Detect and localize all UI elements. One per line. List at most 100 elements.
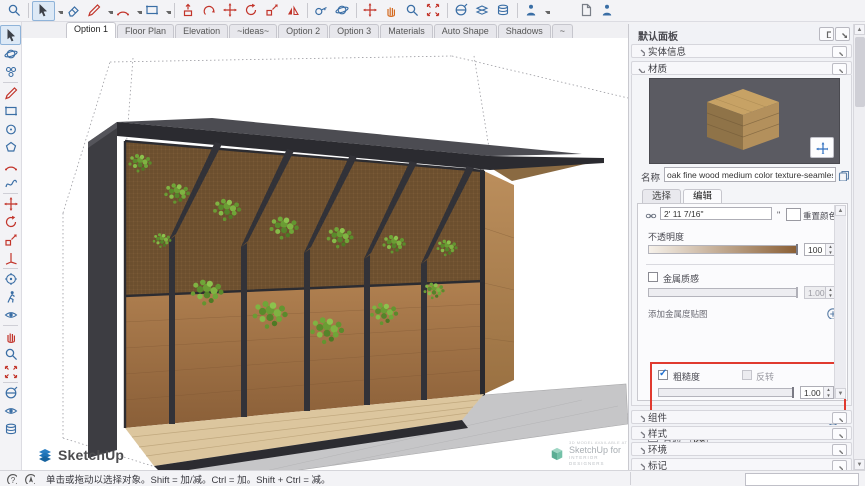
scene-tab-option-2[interactable]: Option 2 bbox=[278, 24, 328, 38]
roughness-slider[interactable] bbox=[658, 388, 794, 397]
walk-tool-icon[interactable] bbox=[381, 2, 402, 20]
position-texture-button[interactable] bbox=[810, 137, 834, 158]
scene-tab-overflow[interactable]: ~ bbox=[552, 24, 573, 38]
select-tool-dropdown[interactable] bbox=[55, 2, 63, 20]
components-icon[interactable] bbox=[1, 63, 20, 81]
hide-rest-icon[interactable] bbox=[1, 402, 20, 420]
metallic-slider[interactable] bbox=[648, 288, 798, 297]
texture-width-input[interactable]: 2' 11 7/16" bbox=[660, 207, 772, 220]
orbit-tool-icon[interactable] bbox=[1, 45, 20, 63]
arc-tool-dropdown[interactable] bbox=[134, 2, 142, 20]
scale-tool-icon[interactable] bbox=[1, 231, 20, 249]
line-tool-icon[interactable] bbox=[84, 2, 105, 20]
flip-tool-icon[interactable] bbox=[283, 2, 304, 20]
geolocation-icon[interactable] bbox=[23, 472, 36, 485]
tab-select[interactable]: 选择 bbox=[642, 189, 681, 204]
styles-icon[interactable] bbox=[493, 2, 514, 20]
scene-tab-floor-plan[interactable]: Floor Plan bbox=[117, 24, 174, 38]
add-location-dropdown[interactable] bbox=[542, 2, 550, 20]
position-camera-icon[interactable] bbox=[1, 270, 20, 288]
rotate-tool-icon[interactable] bbox=[241, 2, 262, 20]
axes-tool-icon[interactable] bbox=[1, 249, 20, 267]
pan-tool-icon[interactable] bbox=[1, 327, 20, 345]
section-components[interactable]: 组件 bbox=[631, 410, 852, 424]
zoom-tool-icon[interactable] bbox=[1, 345, 20, 363]
section-plane-icon[interactable] bbox=[451, 2, 472, 20]
layers-icon[interactable] bbox=[1, 420, 20, 438]
rectangle-tool-dropdown[interactable] bbox=[163, 2, 171, 20]
circle-tool-icon[interactable] bbox=[1, 120, 20, 138]
search-icon[interactable] bbox=[4, 2, 25, 20]
freehand-tool-icon[interactable] bbox=[1, 174, 20, 192]
tab-edit[interactable]: 编辑 bbox=[683, 189, 722, 204]
look-around-icon[interactable] bbox=[1, 306, 20, 324]
rectangle-tool-icon[interactable] bbox=[1, 102, 20, 120]
opacity-slider[interactable] bbox=[648, 245, 798, 254]
section-styles[interactable]: 样式 bbox=[631, 426, 852, 440]
hide-objects-icon[interactable] bbox=[472, 2, 493, 20]
walk-tool-icon[interactable] bbox=[1, 288, 20, 306]
scroll-up-icon[interactable]: ▲ bbox=[835, 205, 846, 216]
close-icon[interactable] bbox=[832, 428, 847, 440]
spinner-arrows[interactable]: ▲▼ bbox=[823, 387, 833, 398]
orbit-tool-icon[interactable] bbox=[332, 2, 353, 20]
roughness-checkbox[interactable] bbox=[658, 370, 668, 380]
add-location-icon[interactable] bbox=[521, 2, 542, 20]
line-tool-icon[interactable] bbox=[1, 84, 20, 102]
rotate-tool-icon[interactable] bbox=[1, 213, 20, 231]
close-icon[interactable] bbox=[832, 412, 847, 424]
material-scrollbar[interactable]: ▲ ▼ bbox=[834, 205, 846, 399]
select-tool-icon[interactable] bbox=[0, 25, 21, 45]
measurements-box[interactable] bbox=[745, 473, 859, 486]
move-tool-icon[interactable] bbox=[1, 195, 20, 213]
tray-close-button[interactable] bbox=[835, 27, 850, 41]
section-entity-info[interactable]: 实体信息 bbox=[631, 44, 852, 58]
scene-tab-auto-shape[interactable]: Auto Shape bbox=[434, 24, 497, 38]
scroll-down-icon[interactable]: ▼ bbox=[854, 459, 865, 470]
scene-tab-ideas[interactable]: ~ideas~ bbox=[229, 24, 277, 38]
eraser-tool-icon[interactable] bbox=[63, 2, 84, 20]
color-swatch[interactable] bbox=[786, 208, 801, 221]
scene-tab-option-3[interactable]: Option 3 bbox=[329, 24, 379, 38]
scale-tool-icon[interactable] bbox=[262, 2, 283, 20]
scene-tab-materials[interactable]: Materials bbox=[380, 24, 433, 38]
close-icon[interactable] bbox=[832, 63, 847, 75]
section-plane-icon[interactable] bbox=[1, 384, 20, 402]
tape-measure-tool-icon[interactable] bbox=[311, 2, 332, 20]
zoom-extents-icon[interactable] bbox=[423, 2, 444, 20]
metallic-checkbox[interactable] bbox=[648, 272, 658, 282]
tray-pin-button[interactable] bbox=[819, 27, 834, 41]
tray-scrollbar[interactable]: ▲ ▼ bbox=[853, 24, 865, 470]
rectangle-tool-icon[interactable] bbox=[142, 2, 163, 20]
zoom-tool-icon[interactable] bbox=[402, 2, 423, 20]
scroll-up-icon[interactable]: ▲ bbox=[854, 24, 865, 35]
push-pull-tool-icon[interactable] bbox=[178, 2, 199, 20]
scrollbar-thumb[interactable] bbox=[855, 37, 865, 107]
arc-tool-icon[interactable] bbox=[1, 156, 20, 174]
material-name-input[interactable] bbox=[664, 167, 836, 182]
move-tool-icon[interactable] bbox=[220, 2, 241, 20]
close-icon[interactable] bbox=[832, 460, 847, 470]
scene-tab-elevation[interactable]: Elevation bbox=[175, 24, 228, 38]
line-tool-dropdown[interactable] bbox=[105, 2, 113, 20]
polygon-tool-icon[interactable] bbox=[1, 138, 20, 156]
help-icon[interactable] bbox=[5, 472, 18, 485]
viewport-3d[interactable]: SketchUp 3D MODEL AVAILABLE AT SketchUp … bbox=[22, 38, 628, 470]
roughness-input[interactable]: 1.00 ▲▼ bbox=[800, 386, 834, 399]
new-file-icon[interactable] bbox=[576, 2, 597, 20]
close-icon[interactable] bbox=[832, 46, 847, 58]
section-environment[interactable]: 环境 bbox=[631, 442, 852, 456]
scene-tab-shadows[interactable]: Shadows bbox=[498, 24, 551, 38]
scene-tab-option-1[interactable]: Option 1 bbox=[66, 22, 116, 38]
section-materials[interactable]: 材质 bbox=[631, 61, 852, 75]
zoom-window-icon[interactable] bbox=[1, 363, 20, 381]
arc-tool-icon[interactable] bbox=[113, 2, 134, 20]
close-icon[interactable] bbox=[832, 444, 847, 456]
follow-me-tool-icon[interactable] bbox=[199, 2, 220, 20]
opacity-input[interactable]: 100 ▲▼ bbox=[804, 243, 836, 256]
section-tags[interactable]: 标记 bbox=[631, 458, 852, 470]
scroll-down-icon[interactable]: ▼ bbox=[835, 388, 846, 399]
collaborate-icon[interactable] bbox=[597, 2, 618, 20]
pan-tool-icon[interactable] bbox=[360, 2, 381, 20]
reset-color-label[interactable]: 重置颜色 bbox=[803, 210, 837, 222]
